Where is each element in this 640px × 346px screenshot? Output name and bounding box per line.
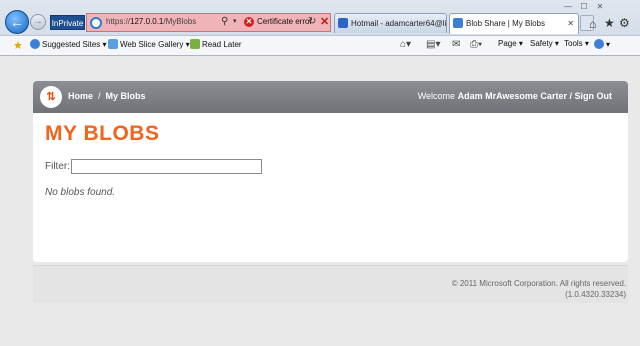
favorites-icon[interactable]: ★ [13,39,23,52]
user-bar: Welcome Adam MrAwesome Carter / Sign Out [418,91,612,101]
back-button[interactable]: ← [5,10,29,34]
refresh-icon[interactable]: ↻ [308,16,316,27]
url-prefix: https:// [106,17,131,26]
certificate-error-icon[interactable]: ✕ [244,17,254,27]
tools-menu[interactable]: Tools ▾ [564,39,589,48]
ie-page-icon [90,17,102,29]
welcome-text: Welcome [417,91,456,101]
url-host: 127.0.0.1 [130,17,164,26]
copyright-text: © 2011 Microsoft Corporation. All rights… [451,279,626,288]
favorites-star-icon[interactable]: ★ [604,16,615,30]
print-icon[interactable]: ⎙▾ [470,39,482,50]
close-window-icon[interactable]: ✕ [592,2,608,11]
tab-blob-share[interactable]: Blob Share | My Blobs ✕ [449,13,579,34]
close-tab-icon[interactable]: ✕ [567,14,574,33]
rss-icon[interactable]: ▤▾ [426,39,440,50]
maximize-icon[interactable]: ☐ [576,2,592,11]
tab-hotmail[interactable]: Hotmail - adamcarter64@liv... [334,13,447,33]
safety-menu[interactable]: Safety ▾ [530,39,559,48]
site-header: ⇅ Home / My Blobs Welcome Adam MrAwesome C… [33,81,628,113]
back-arrow-icon: ← [10,14,24,30]
filter-input[interactable] [71,159,262,174]
user-name: Adam MrAwesome Carter [457,91,567,101]
breadcrumb-home-link[interactable]: Home [68,91,93,101]
help-icon [594,39,604,49]
breadcrumb-current[interactable]: My Blobs [106,91,146,101]
browser-chrome: — ☐ ✕ ← → InPrivate https://127.0.0.1/MyBl… [0,0,640,56]
sign-out-link[interactable]: Sign Out [575,91,613,101]
inprivate-badge[interactable]: InPrivate [50,15,85,30]
mail-icon[interactable]: ✉ [452,39,460,50]
version-text: (1.0.4320.33234) [565,290,626,299]
breadcrumb-separator: / [98,91,101,101]
address-url[interactable]: https://127.0.0.1/MyBlobs [106,17,196,26]
forward-arrow-icon: → [33,16,43,27]
help-menu-label: ▾ [606,40,611,49]
chevron-down-icon[interactable]: ▾ [233,17,237,25]
user-separator: / [569,91,572,101]
read-later-icon [190,39,200,49]
read-later-label: Read Later [202,40,242,49]
web-slice-gallery-link[interactable]: Web Slice Gallery ▾ [108,39,190,49]
filter-label: Filter: [45,161,70,172]
ie-icon [30,39,40,49]
suggested-sites-label: Suggested Sites ▾ [42,40,107,49]
url-path: /MyBlobs [163,17,197,26]
hotmail-icon [338,18,348,28]
minimize-icon[interactable]: — [560,2,576,11]
empty-message: No blobs found. [45,187,116,198]
address-bar[interactable]: https://127.0.0.1/MyBlobs ⚲ ▾ ✕ Certific… [86,13,331,32]
main-content: MY BLOBS Filter: No blobs found. [33,113,628,262]
forward-button[interactable]: → [30,14,46,30]
gear-icon[interactable]: ⚙ [619,16,630,30]
copyright-block: © 2011 Microsoft Corporation. All rights… [452,278,626,300]
browser-top-row: — ☐ ✕ ← → InPrivate https://127.0.0.1/MyBl… [0,0,640,34]
search-icon[interactable]: ⚲ [221,16,228,27]
page-viewport: ⇅ Home / My Blobs Welcome Adam MrAwesome C… [0,57,640,346]
page-menu[interactable]: Page ▾ [498,39,523,48]
tab-title: Blob Share | My Blobs [466,19,546,28]
web-slice-icon [108,39,118,49]
window-controls: — ☐ ✕ [560,0,640,12]
blob-share-logo-icon[interactable]: ⇅ [40,86,62,108]
help-menu[interactable]: ▾ [594,39,610,49]
ie-page-icon [453,18,463,28]
certificate-error-label[interactable]: Certificate error [257,17,312,26]
web-slice-gallery-label: Web Slice Gallery ▾ [120,40,190,49]
stop-icon[interactable]: ✕ [320,15,329,28]
home-icon[interactable]: ⌂ [589,17,596,31]
page-title: MY BLOBS [45,122,160,145]
command-bar: ★ Suggested Sites ▾ Web Slice Gallery ▾ … [0,35,640,55]
tab-title: Hotmail - adamcarter64@liv... [351,19,447,28]
home-menu-icon[interactable]: ⌂▾ [400,39,411,50]
footer: © 2011 Microsoft Corporation. All rights… [33,265,628,303]
suggested-sites-link[interactable]: Suggested Sites ▾ [30,39,107,49]
read-later-link[interactable]: Read Later [190,39,242,49]
breadcrumb: Home / My Blobs [68,91,146,101]
